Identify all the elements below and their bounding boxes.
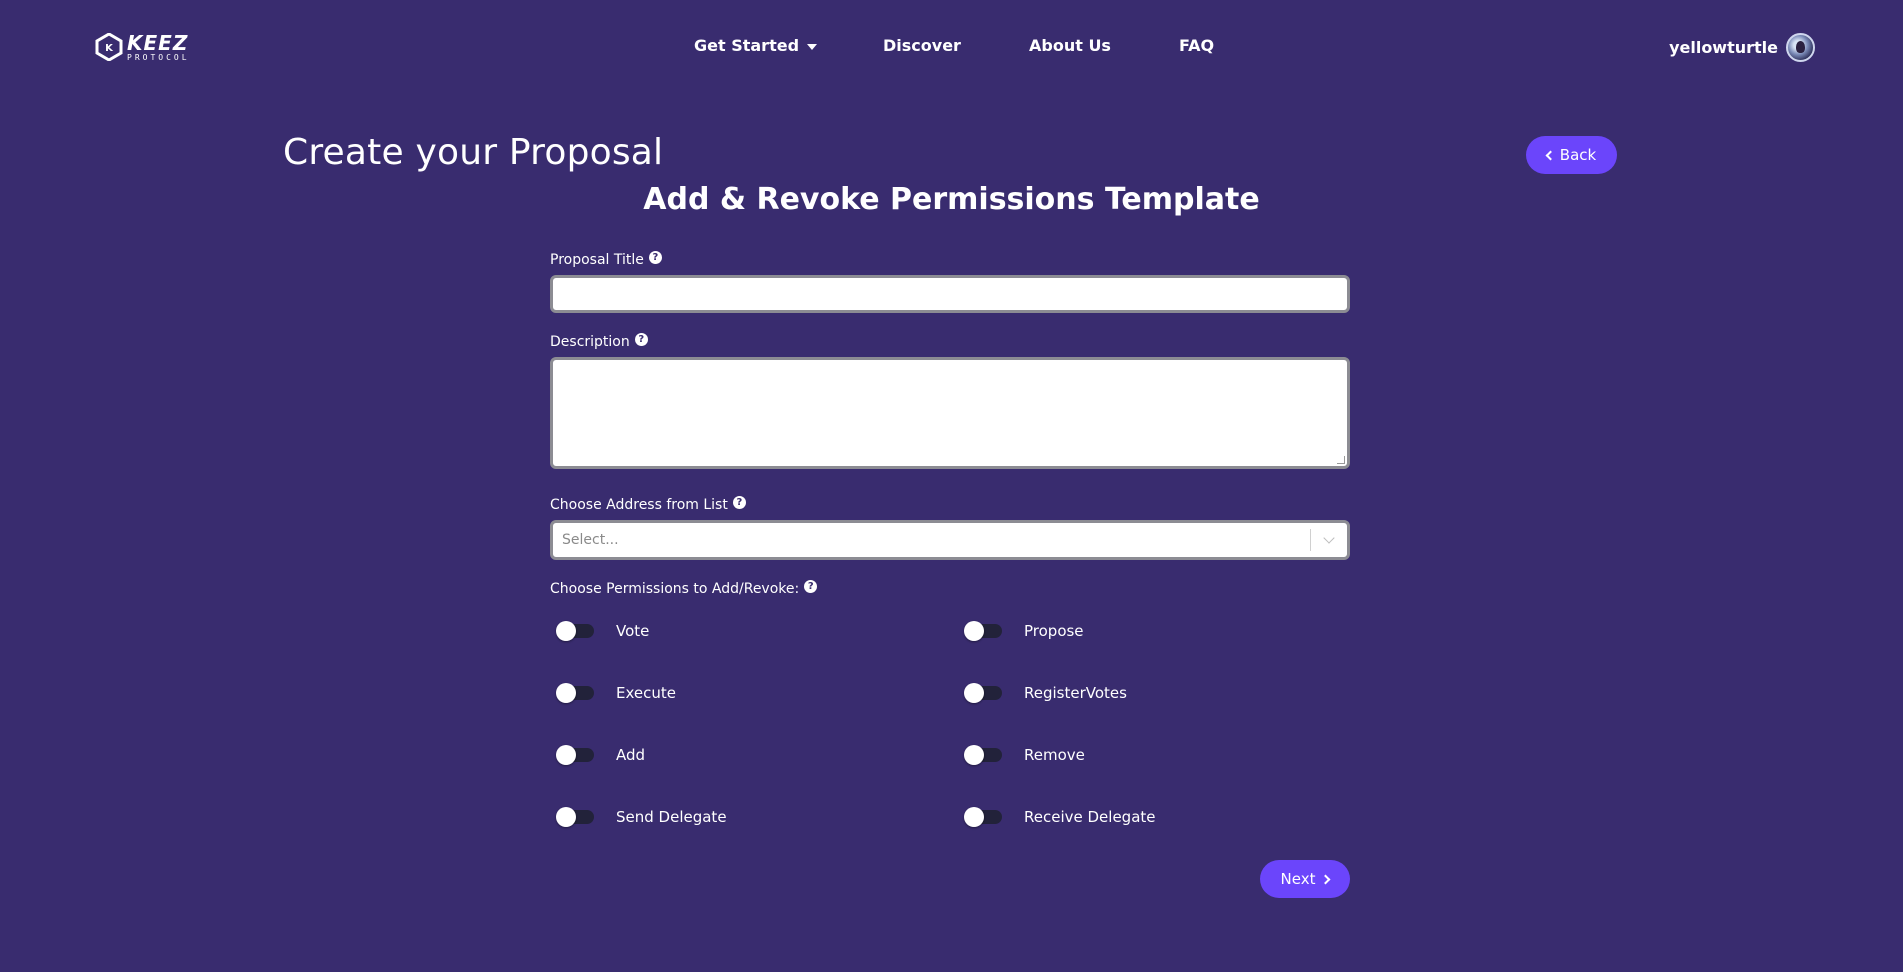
address-select[interactable]: Select... <box>550 520 1350 560</box>
top-header: K KEEZ PROTOCOL Get Started Discover Abo… <box>0 0 1903 94</box>
permission-label: Execute <box>616 684 676 702</box>
permission-execute[interactable]: Execute <box>550 683 676 703</box>
permission-label: Receive Delegate <box>1024 808 1156 826</box>
description-textarea[interactable] <box>550 357 1350 469</box>
select-dropdown-toggle[interactable] <box>1311 523 1347 557</box>
toggle-switch[interactable] <box>964 621 1002 641</box>
avatar[interactable] <box>1786 32 1815 62</box>
next-button[interactable]: Next <box>1260 860 1350 898</box>
permission-receive-delegate[interactable]: Receive Delegate <box>958 807 1156 827</box>
help-icon[interactable]: ? <box>648 250 662 264</box>
toggle-switch[interactable] <box>964 683 1002 703</box>
template-title: Add & Revoke Permissions Template <box>643 182 1260 217</box>
permission-label: Propose <box>1024 622 1084 640</box>
permission-send-delegate[interactable]: Send Delegate <box>550 807 727 827</box>
address-select-placeholder: Select... <box>562 532 619 548</box>
chevron-right-icon <box>1321 874 1331 884</box>
resize-handle-icon[interactable] <box>1337 456 1345 464</box>
chevron-left-icon <box>1545 150 1556 160</box>
toggle-switch[interactable] <box>556 807 594 827</box>
nav-get-started-label: Get Started <box>694 36 800 55</box>
permission-register-votes[interactable]: RegisterVotes <box>958 683 1127 703</box>
page-title: Create your Proposal <box>283 132 664 173</box>
toggle-switch[interactable] <box>556 683 594 703</box>
permission-label: RegisterVotes <box>1024 684 1127 702</box>
nav-about-us[interactable]: About Us <box>1029 36 1111 55</box>
back-button[interactable]: Back <box>1526 136 1617 174</box>
chevron-down-icon <box>1323 532 1335 544</box>
permission-add[interactable]: Add <box>550 745 646 765</box>
next-button-label: Next <box>1280 870 1316 888</box>
address-label: Choose Address from List ? <box>550 495 746 513</box>
help-icon[interactable]: ? <box>732 495 746 509</box>
permission-label: Send Delegate <box>616 808 727 826</box>
toggle-switch[interactable] <box>556 621 594 641</box>
help-icon[interactable]: ? <box>634 332 648 346</box>
permission-label: Add <box>616 746 646 764</box>
username: yellowturtle <box>1669 37 1778 57</box>
back-button-label: Back <box>1559 146 1597 164</box>
toggle-switch[interactable] <box>964 745 1002 765</box>
permission-vote[interactable]: Vote <box>550 621 650 641</box>
proposal-title-input[interactable] <box>550 275 1350 313</box>
permission-label: Remove <box>1024 746 1085 764</box>
help-icon[interactable]: ? <box>804 579 818 593</box>
nav-faq[interactable]: FAQ <box>1179 36 1214 55</box>
permission-propose[interactable]: Propose <box>958 621 1084 641</box>
nav-discover[interactable]: Discover <box>883 36 961 55</box>
proposal-title-label: Proposal Title ? <box>550 250 662 268</box>
main-nav: Get Started Discover About Us FAQ <box>0 36 1903 58</box>
nav-get-started[interactable]: Get Started <box>694 36 818 55</box>
permissions-label: Choose Permissions to Add/Revoke: ? <box>550 579 818 597</box>
toggle-switch[interactable] <box>964 807 1002 827</box>
caret-down-icon <box>807 43 818 50</box>
permission-label: Vote <box>616 622 650 640</box>
description-label: Description ? <box>550 332 648 350</box>
toggle-switch[interactable] <box>556 745 594 765</box>
user-menu[interactable]: yellowturtle <box>1669 32 1815 62</box>
permission-remove[interactable]: Remove <box>958 745 1085 765</box>
